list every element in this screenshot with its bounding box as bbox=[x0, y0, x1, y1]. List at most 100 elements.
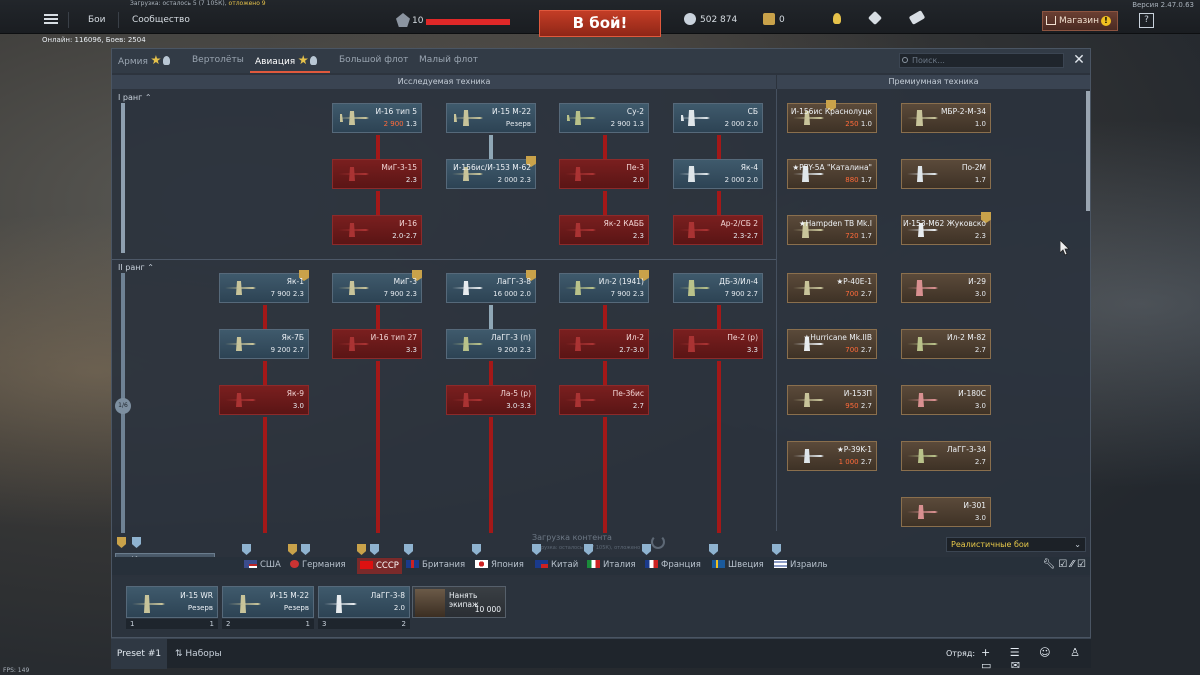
vehicle-card[interactable]: И-16 тип 5 2 900 1.3 bbox=[332, 103, 422, 133]
vehicle-card[interactable]: Ил-2 (1941) 7 900 2.3 bbox=[559, 270, 649, 303]
to-battle-button[interactable]: В бой! bbox=[539, 10, 661, 37]
menu-battles[interactable]: Бои bbox=[88, 15, 106, 25]
tab-army[interactable]: Армия bbox=[118, 55, 170, 67]
premium-vehicle-card[interactable]: И-156ис Краснолуцк 250 1.0 bbox=[787, 100, 877, 133]
vehicle-card[interactable]: Як-7Б 9 200 2.7 bbox=[219, 329, 309, 359]
vehicle-card[interactable]: ДБ-3/Ил-4 7 900 2.7 bbox=[673, 273, 763, 303]
vehicle-card[interactable]: Су-2 2 900 1.3 bbox=[559, 103, 649, 133]
premium-vehicle-card[interactable]: ★PBY-5A "Каталина" 880 1.7 bbox=[787, 159, 877, 189]
add-icon[interactable]: + bbox=[981, 646, 998, 659]
tab-bluewater-fleet[interactable]: Большой флот bbox=[339, 55, 408, 65]
premium-vehicle-card[interactable]: И-301 3.0 bbox=[901, 497, 991, 527]
preset-tab[interactable]: Preset #1 bbox=[111, 639, 167, 669]
vehicle-card[interactable]: ЛаГГ-3-8 16 000 2.0 bbox=[446, 270, 536, 303]
vehicle-card[interactable]: МиГ-3-15 2.3 bbox=[332, 159, 422, 189]
vehicle-card[interactable]: И-16 тип 27 3.3 bbox=[332, 329, 422, 359]
premium-vehicle-card[interactable]: ★P-39K-1 1 000 2.7 bbox=[787, 441, 877, 471]
menu-community[interactable]: Сообщество bbox=[132, 15, 190, 25]
slot-vehicle-card[interactable]: И-15 WR Резерв bbox=[126, 586, 218, 618]
vehicle-card[interactable]: Ил-2 2.7-3.0 bbox=[559, 329, 649, 359]
silver-lions-balance[interactable]: 502 874 bbox=[700, 15, 737, 25]
premium-vehicle-card[interactable]: ★Hurricane Mk.IIB 700 2.7 bbox=[787, 329, 877, 359]
country-tab-china[interactable]: Китай bbox=[535, 560, 578, 570]
game-mode-select[interactable]: Реалистичные бои ⌄ bbox=[946, 537, 1086, 552]
vehicle-card[interactable]: Пе-3бис 2.7 bbox=[559, 385, 649, 415]
premium-vehicle-card[interactable]: Ил-2 М-82 2.7 bbox=[901, 329, 991, 359]
vehicle-name: И-29 bbox=[968, 277, 986, 286]
help-button[interactable]: ? bbox=[1139, 13, 1154, 28]
premium-vehicle-card[interactable]: ★Hampden TB Mk.I 720 1.7 bbox=[787, 215, 877, 245]
vehicle-card[interactable]: Як-4 2 000 2.0 bbox=[673, 159, 763, 189]
clan-icon[interactable]: ♙ bbox=[1070, 646, 1088, 659]
tab-coastal-fleet[interactable]: Малый флот bbox=[419, 55, 478, 65]
tab-aviation[interactable]: Авиация bbox=[255, 55, 318, 67]
vehicle-card[interactable]: МиГ-3 7 900 2.3 bbox=[332, 270, 422, 303]
premium-vehicle-card[interactable]: ЛаГГ-3-34 2.7 bbox=[901, 441, 991, 471]
vehicle-name: Як-7Б bbox=[281, 333, 304, 342]
vehicle-name: ★Hampden TB Mk.I bbox=[798, 219, 872, 228]
premium-vehicle-card[interactable]: По-2М 1.7 bbox=[901, 159, 991, 189]
vehicle-card[interactable]: И-156ис/И-153 М-62 2 000 2.3 bbox=[446, 156, 536, 189]
ammo-icon[interactable]: ⁄⁄ bbox=[1071, 559, 1074, 570]
rank-2-label[interactable]: II ранг ⌃ bbox=[118, 263, 154, 272]
crew-slot[interactable]: ЛаГГ-3-8 2.0 32 bbox=[318, 581, 410, 631]
vehicle-card[interactable]: ЛаГГ-3 (п) 9 200 2.3 bbox=[446, 329, 536, 359]
vehicle-card[interactable]: Пе-2 (р) 3.3 bbox=[673, 329, 763, 359]
shop-button[interactable]: Магазин ! bbox=[1042, 11, 1118, 31]
vehicle-card[interactable]: Як-1 7 900 2.3 bbox=[219, 270, 309, 303]
tree-link bbox=[717, 191, 721, 215]
hamburger-menu-icon[interactable] bbox=[44, 14, 58, 24]
slot-vehicle-card[interactable]: ЛаГГ-3-8 2.0 bbox=[318, 586, 410, 618]
wrench-icon[interactable]: 🔧︎ bbox=[1042, 559, 1055, 570]
country-tab-usa[interactable]: США bbox=[244, 560, 281, 570]
hire-crew-button[interactable]: Нанять экипаж 10 000 bbox=[412, 586, 506, 618]
crew-slot[interactable]: И-15 М-22 Резерв 21 bbox=[222, 581, 314, 631]
sets-tab[interactable]: ⇅ Наборы bbox=[175, 639, 222, 669]
vehicle-card[interactable]: Як-9 3.0 bbox=[219, 385, 309, 415]
crew-slot[interactable]: И-15 WR Резерв 11 bbox=[126, 581, 218, 631]
country-tab-britain[interactable]: Британия bbox=[406, 560, 465, 570]
slot-vehicle-stat: Резерв bbox=[187, 604, 213, 612]
rank-1-label[interactable]: I ранг ⌃ bbox=[118, 93, 152, 102]
country-tab-italy[interactable]: Италия bbox=[587, 560, 636, 570]
search-input[interactable]: Поиск... bbox=[899, 53, 1064, 68]
vehicle-card[interactable]: Ар-2/СБ 2 2.3-2.7 bbox=[673, 215, 763, 245]
vehicle-stats: 2.7 bbox=[974, 458, 986, 466]
vehicle-card[interactable]: И-15 М-22 Резерв bbox=[446, 103, 536, 133]
country-tab-sweden[interactable]: Швеция bbox=[712, 560, 764, 570]
checkbox-icon[interactable]: ☑ bbox=[1077, 559, 1086, 570]
decals-icon[interactable] bbox=[867, 10, 883, 26]
slot-footer: 32 bbox=[318, 619, 410, 629]
country-tab-germany[interactable]: Германия bbox=[290, 560, 346, 570]
country-tab-japan[interactable]: Япония bbox=[475, 560, 524, 570]
list-icon[interactable]: ☰ bbox=[1010, 646, 1028, 659]
tickets-icon[interactable] bbox=[908, 10, 926, 25]
country-tab-israel[interactable]: Израиль bbox=[774, 560, 827, 570]
premium-vehicle-card[interactable]: И-153П 950 2.7 bbox=[787, 385, 877, 415]
vehicle-card[interactable]: Як-2 КАББ 2.3 bbox=[559, 215, 649, 245]
vehicle-card[interactable]: Пе-3 2.0 bbox=[559, 159, 649, 189]
crew-portrait bbox=[415, 589, 445, 617]
vehicle-card[interactable]: Ла-5 (р) 3.0-3.3 bbox=[446, 385, 536, 415]
premium-vehicle-card[interactable]: ★P-40E-1 700 2.7 bbox=[787, 273, 877, 303]
close-icon[interactable]: ✕ bbox=[1072, 53, 1086, 67]
country-tab-ussr[interactable]: СССР bbox=[357, 558, 402, 574]
slot-vehicle-card[interactable]: И-15 М-22 Резерв bbox=[222, 586, 314, 618]
vehicle-card[interactable]: И-16 2.0-2.7 bbox=[332, 215, 422, 245]
premium-vehicle-card[interactable]: И-29 3.0 bbox=[901, 273, 991, 303]
research-bulb-icon[interactable] bbox=[833, 13, 841, 24]
golden-eagles-balance[interactable]: 0 bbox=[779, 15, 785, 25]
premium-vehicle-card[interactable]: И-153-М62 Жуковско 2.3 bbox=[901, 212, 991, 245]
tab-helicopters[interactable]: Вертолёты bbox=[192, 55, 244, 65]
player-profile[interactable]: 10 bbox=[392, 11, 522, 31]
vehicle-stats: 2 000 2.3 bbox=[497, 176, 531, 184]
checkbox-icon[interactable]: ☑ bbox=[1058, 559, 1067, 570]
mail-icon[interactable]: ✉ bbox=[1011, 659, 1028, 672]
premium-vehicle-card[interactable]: И-180С 3.0 bbox=[901, 385, 991, 415]
country-tab-france[interactable]: Франция bbox=[645, 560, 701, 570]
vehicle-card[interactable]: СБ 2 000 2.0 bbox=[673, 103, 763, 133]
contacts-icon[interactable]: ☺ bbox=[1039, 646, 1058, 659]
scrollbar[interactable] bbox=[1086, 91, 1090, 211]
premium-vehicle-card[interactable]: МБР-2-М-34 1.0 bbox=[901, 103, 991, 133]
chat-icon[interactable]: ▭ bbox=[981, 659, 999, 672]
